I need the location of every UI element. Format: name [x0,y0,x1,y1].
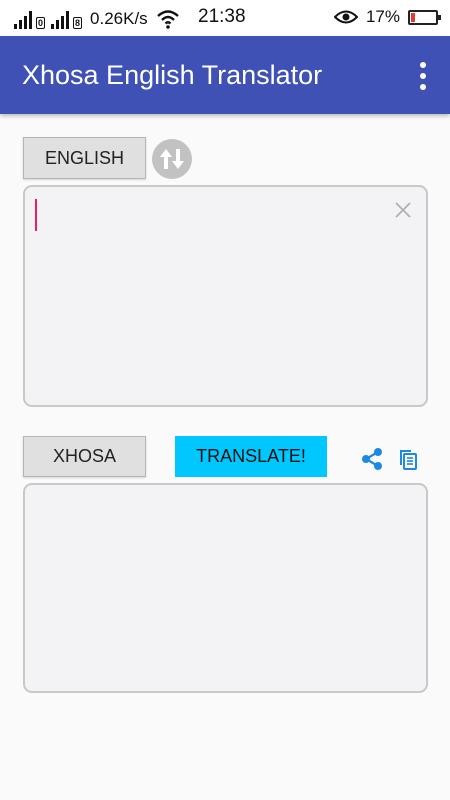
translate-button[interactable]: TRANSLATE! [175,436,327,477]
copy-icon[interactable] [398,446,418,470]
wifi-icon [156,10,179,29]
swap-vert-icon [160,149,184,169]
status-bar: 0 8 0.26K/s 21:38 17% [0,0,450,36]
more-vert-icon[interactable] [418,62,428,90]
battery-percent: 17% [365,7,400,26]
swap-languages-button[interactable] [152,139,192,179]
battery-level [411,12,415,22]
text-cursor [35,199,37,231]
battery-icon [408,9,441,25]
app-title: Xhosa English Translator [22,60,323,90]
status-time: 21:38 [198,6,246,27]
status-left: 0 8 0.26K/s [14,5,180,29]
network-speed: 0.26K/s [90,9,148,28]
target-language-button[interactable]: XHOSA [23,436,146,477]
app-bar: Xhosa English Translator [0,36,450,114]
status-right: 17% [333,6,441,28]
source-text-input[interactable] [23,185,428,407]
close-icon[interactable] [394,201,412,219]
signal-icon [51,11,70,29]
share-icon[interactable] [361,447,383,471]
sim1-tag: 0 [36,17,46,29]
eye-icon [333,10,358,24]
source-language-button[interactable]: ENGLISH [23,137,146,179]
sim2-tag: 8 [73,17,83,29]
translated-text-output[interactable] [23,483,428,693]
signal-icon [14,11,32,29]
